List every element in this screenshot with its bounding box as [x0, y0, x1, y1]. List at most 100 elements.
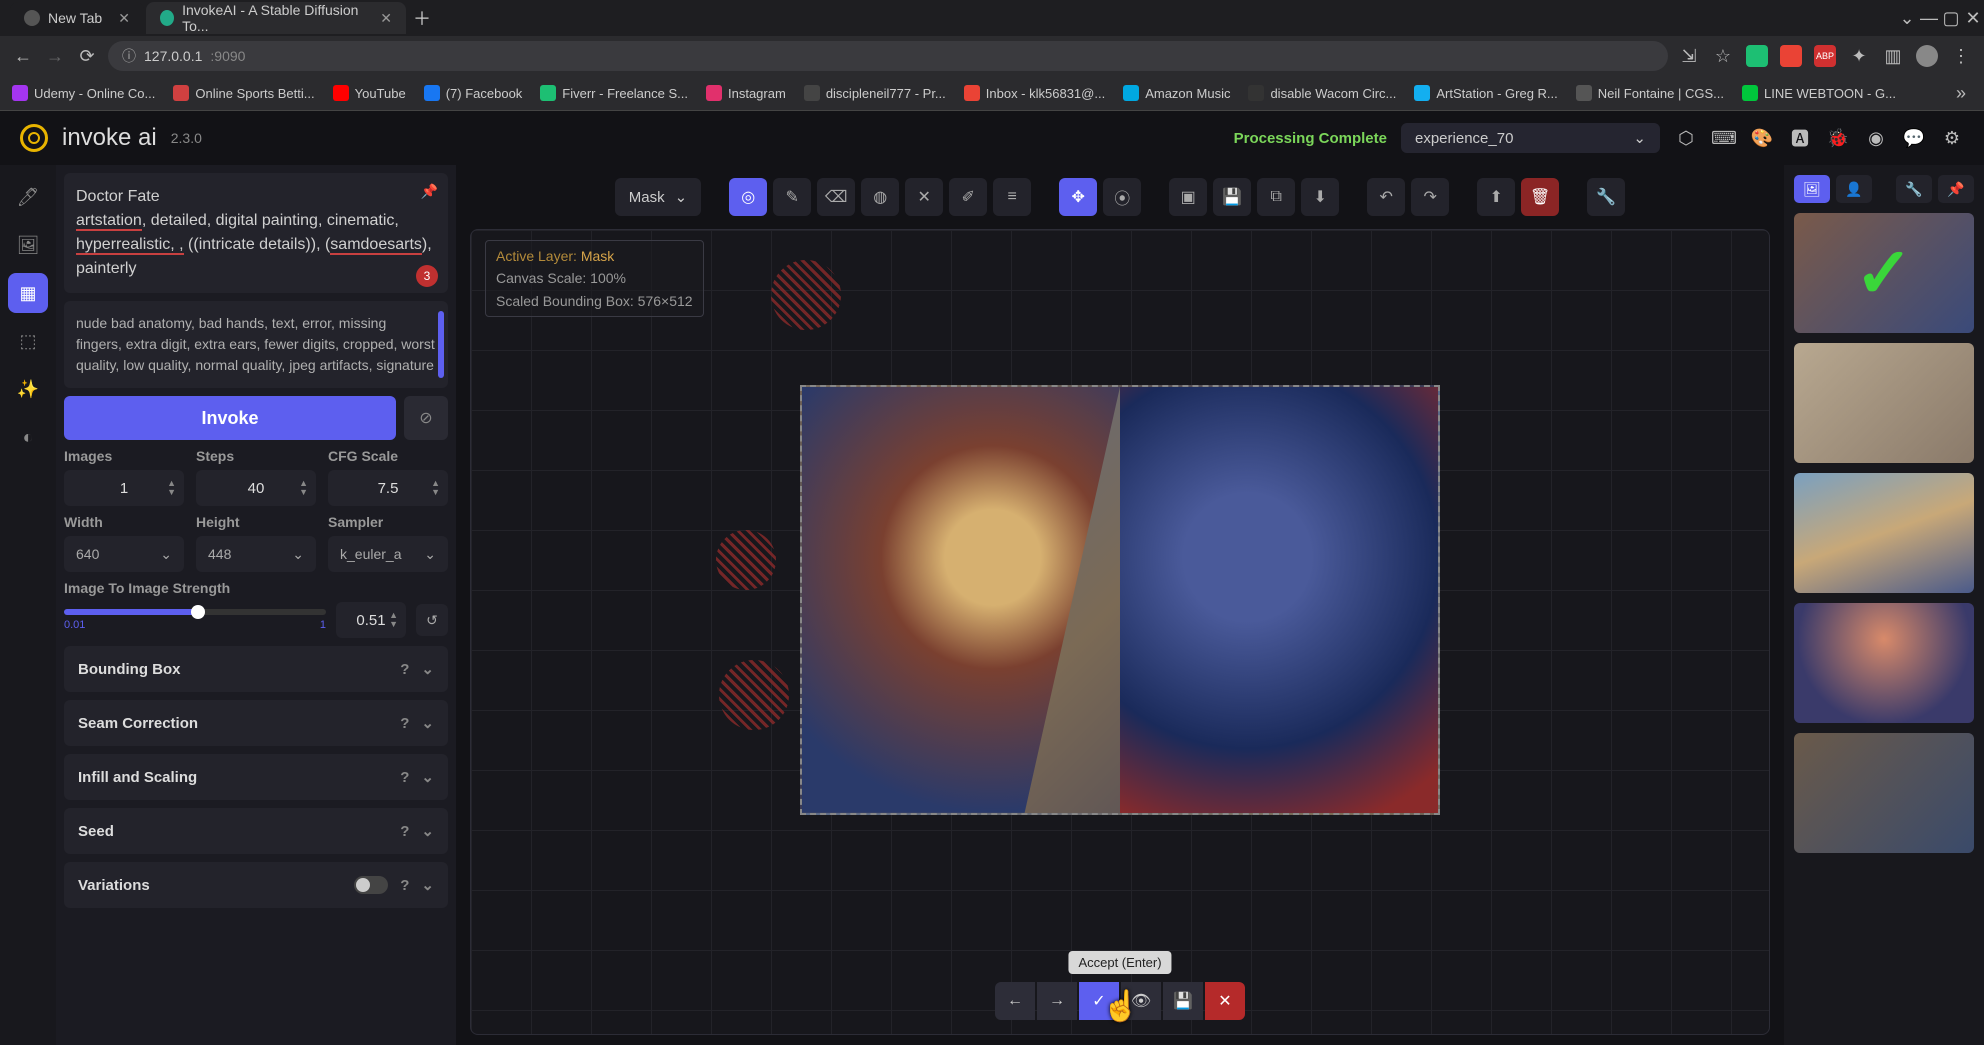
pin-icon[interactable]: 📌: [421, 181, 438, 202]
help-icon[interactable]: ?: [400, 769, 409, 786]
clear-tool[interactable]: ✕: [905, 178, 943, 216]
site-info-icon[interactable]: ⓘ: [122, 46, 136, 66]
help-icon[interactable]: ?: [400, 661, 409, 678]
settings-icon[interactable]: ⚙: [1940, 126, 1964, 150]
merge-visible[interactable]: ▣: [1169, 178, 1207, 216]
pen-tool[interactable]: ✎: [773, 178, 811, 216]
height-select[interactable]: 448⌄: [196, 536, 316, 572]
canvas-settings[interactable]: 🔧: [1587, 178, 1625, 216]
close-icon[interactable]: ✕: [118, 10, 130, 27]
gallery-uploads-tab[interactable]: 👤: [1836, 175, 1872, 203]
postprocess-tab[interactable]: ✨: [8, 369, 48, 409]
stepper-icon[interactable]: ▲▼: [299, 479, 308, 497]
maximize-icon[interactable]: ▢: [1940, 7, 1962, 29]
gallery-thumbnail[interactable]: ✓: [1794, 213, 1974, 333]
install-icon[interactable]: ⇲: [1678, 45, 1700, 67]
layer-select[interactable]: Mask⌄: [615, 178, 701, 216]
images-input[interactable]: 1▲▼: [64, 470, 184, 506]
bookmark-item[interactable]: disable Wacom Circ...: [1248, 85, 1396, 101]
eraser-tool[interactable]: ⌫: [817, 178, 855, 216]
seed-accordion[interactable]: Seed?⌄: [64, 808, 448, 854]
cube-icon[interactable]: ⬡: [1674, 126, 1698, 150]
extension-icon[interactable]: [1780, 45, 1802, 67]
new-tab-button[interactable]: ＋: [408, 4, 436, 32]
txt2img-tab[interactable]: 🖊: [8, 177, 48, 217]
infill-scaling-accordion[interactable]: Infill and Scaling?⌄: [64, 754, 448, 800]
gallery-thumbnail[interactable]: [1794, 733, 1974, 853]
stepper-icon[interactable]: ▲▼: [389, 611, 398, 629]
forward-icon[interactable]: →: [44, 45, 66, 67]
bookmark-item[interactable]: Fiverr - Freelance S...: [540, 85, 688, 101]
bookmark-item[interactable]: Inbox - klk56831@...: [964, 85, 1105, 101]
save-to-gallery[interactable]: 💾: [1213, 178, 1251, 216]
fill-tool[interactable]: ◍: [861, 178, 899, 216]
bookmark-star-icon[interactable]: ☆: [1712, 45, 1734, 67]
positive-prompt[interactable]: 📌 Doctor Fate artstation, detailed, digi…: [64, 173, 448, 293]
color-picker-tool[interactable]: ✐: [949, 178, 987, 216]
seam-correction-accordion[interactable]: Seam Correction?⌄: [64, 700, 448, 746]
keyboard-icon[interactable]: ⌨: [1712, 126, 1736, 150]
stepper-icon[interactable]: ▲▼: [431, 479, 440, 497]
invoke-button[interactable]: Invoke: [64, 396, 396, 440]
bookmark-item[interactable]: LINE WEBTOON - G...: [1742, 85, 1896, 101]
bug-icon[interactable]: 🐞: [1826, 126, 1850, 150]
bookmark-item[interactable]: Udemy - Online Co...: [12, 85, 155, 101]
menu-icon[interactable]: ⋮: [1950, 45, 1972, 67]
bounding-box-accordion[interactable]: Bounding Box?⌄: [64, 646, 448, 692]
minimize-icon[interactable]: —: [1918, 7, 1940, 29]
back-icon[interactable]: ←: [12, 45, 34, 67]
negative-prompt[interactable]: nude bad anatomy, bad hands, text, error…: [64, 301, 448, 388]
chevron-down-icon[interactable]: ⌄: [1896, 7, 1918, 29]
staging-next-button[interactable]: →: [1037, 982, 1077, 1020]
reload-icon[interactable]: ⟳: [76, 45, 98, 67]
undo-button[interactable]: ↶: [1367, 178, 1405, 216]
training-tab[interactable]: ◐: [8, 417, 48, 457]
gallery-results-tab[interactable]: 🖼: [1794, 175, 1830, 203]
language-icon[interactable]: 🅰: [1788, 126, 1812, 150]
cancel-button[interactable]: ⊘: [404, 396, 448, 440]
staging-save-button[interactable]: 💾: [1163, 982, 1203, 1020]
bookmarks-overflow-icon[interactable]: »: [1950, 82, 1972, 104]
nodes-tab[interactable]: ⬚: [8, 321, 48, 361]
redo-button[interactable]: ↷: [1411, 178, 1449, 216]
canvas-viewport[interactable]: Active Layer: Mask Canvas Scale: 100% Sc…: [470, 229, 1770, 1035]
cfg-input[interactable]: 7.5▲▼: [328, 470, 448, 506]
help-icon[interactable]: ?: [400, 715, 409, 732]
discord-icon[interactable]: 💬: [1902, 126, 1926, 150]
bookmark-item[interactable]: (7) Facebook: [424, 85, 523, 101]
gallery-thumbnail[interactable]: [1794, 343, 1974, 463]
gallery-thumbnail[interactable]: [1794, 473, 1974, 593]
model-select[interactable]: experience_70 ⌄: [1401, 123, 1660, 153]
variations-accordion[interactable]: Variations?⌄: [64, 862, 448, 908]
reset-view[interactable]: ⦿: [1103, 178, 1141, 216]
profile-avatar[interactable]: [1916, 45, 1938, 67]
extension-icon[interactable]: [1746, 45, 1768, 67]
scrollbar[interactable]: [438, 311, 444, 378]
sidepanel-icon[interactable]: ▥: [1882, 45, 1904, 67]
variations-toggle[interactable]: [354, 876, 388, 894]
help-icon[interactable]: ?: [400, 877, 409, 894]
bookmark-item[interactable]: ArtStation - Greg R...: [1414, 85, 1557, 101]
unified-canvas-tab[interactable]: ▦: [8, 273, 48, 313]
bookmark-item[interactable]: Amazon Music: [1123, 85, 1230, 101]
browser-tab-active[interactable]: InvokeAI - A Stable Diffusion To... ✕: [146, 2, 406, 34]
strength-slider[interactable]: [64, 609, 326, 615]
bookmark-item[interactable]: discipleneil777 - Pr...: [804, 85, 946, 101]
bookmark-item[interactable]: YouTube: [333, 85, 406, 101]
strength-input[interactable]: 0.51▲▼: [336, 602, 406, 638]
extension-icon[interactable]: ABP: [1814, 45, 1836, 67]
staging-discard-button[interactable]: ✕: [1205, 982, 1245, 1020]
canvas-image[interactable]: [800, 385, 1440, 815]
img2img-tab[interactable]: 🖼: [8, 225, 48, 265]
bookmark-item[interactable]: Instagram: [706, 85, 786, 101]
clear-canvas-button[interactable]: 🗑: [1521, 178, 1559, 216]
gallery-settings-icon[interactable]: 🔧: [1896, 175, 1932, 203]
close-icon[interactable]: ✕: [380, 10, 392, 27]
stepper-icon[interactable]: ▲▼: [167, 479, 176, 497]
upload-button[interactable]: ⬆: [1477, 178, 1515, 216]
steps-input[interactable]: 40▲▼: [196, 470, 316, 506]
help-icon[interactable]: ?: [400, 823, 409, 840]
width-select[interactable]: 640⌄: [64, 536, 184, 572]
gallery-pin-icon[interactable]: 📌: [1938, 175, 1974, 203]
brush-tool[interactable]: ◎: [729, 178, 767, 216]
